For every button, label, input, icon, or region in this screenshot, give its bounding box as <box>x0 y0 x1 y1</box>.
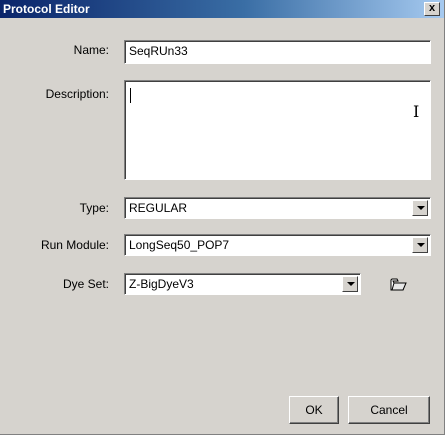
name-field[interactable]: SeqRUn33 <box>124 40 431 64</box>
text-cursor-icon: I <box>413 102 420 121</box>
run-module-select-value: LongSeq50_POP7 <box>129 238 230 252</box>
name-label: Name: <box>73 43 109 57</box>
description-label: Description: <box>45 87 109 101</box>
dye-set-label: Dye Set: <box>62 277 109 291</box>
description-textarea[interactable]: I <box>124 80 431 180</box>
window-title: Protocol Editor <box>3 2 90 16</box>
type-select[interactable]: REGULAR <box>124 197 431 219</box>
type-select-value: REGULAR <box>129 201 188 215</box>
protocol-editor-dialog: Protocol Editor x Name: SeqRUn33 Descrip… <box>0 0 445 435</box>
close-icon: x <box>428 2 436 14</box>
chevron-down-icon[interactable] <box>342 276 358 292</box>
text-caret <box>130 88 131 103</box>
run-module-label: Run Module: <box>40 238 109 252</box>
ok-button[interactable]: OK <box>289 396 339 424</box>
run-module-select[interactable]: LongSeq50_POP7 <box>124 234 431 256</box>
close-button[interactable]: x <box>424 2 440 16</box>
chevron-down-icon[interactable] <box>412 237 428 253</box>
dye-set-select-value: Z-BigDyeV3 <box>129 277 194 291</box>
folder-open-icon[interactable] <box>388 275 408 293</box>
cancel-button[interactable]: Cancel <box>348 396 430 424</box>
name-field-value: SeqRUn33 <box>129 44 188 58</box>
chevron-down-icon[interactable] <box>412 200 428 216</box>
title-bar[interactable]: Protocol Editor x <box>0 0 444 18</box>
type-label: Type: <box>79 201 109 215</box>
dye-set-select[interactable]: Z-BigDyeV3 <box>124 273 361 295</box>
